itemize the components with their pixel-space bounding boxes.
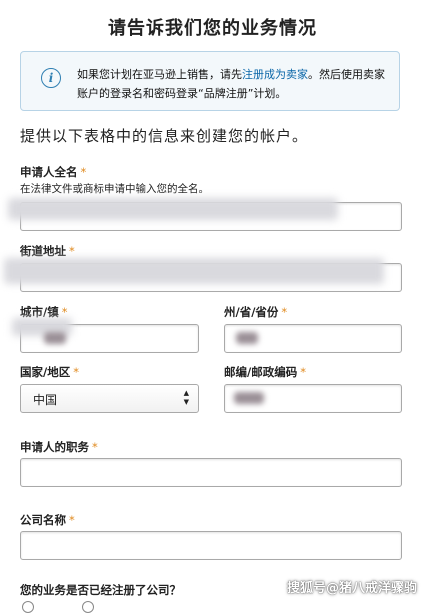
redacted-state-text: [236, 332, 258, 344]
required-marker: *: [92, 440, 98, 454]
street-address-label: 街道地址 *: [20, 243, 75, 259]
required-marker: *: [61, 305, 68, 319]
page-title: 请告诉我们您的业务情况: [108, 18, 317, 39]
redacted-city-text: [44, 332, 66, 344]
country-selected-value: 中国: [33, 393, 58, 407]
company-name-label: 公司名称 *: [20, 512, 75, 528]
section-heading: 提供以下表格中的信息来创建您的帐户。: [20, 127, 309, 145]
job-title-label-text: 申请人的职务: [20, 440, 89, 454]
redacted-applicant-name: [8, 198, 338, 220]
company-name-label-text: 公司名称: [20, 513, 66, 527]
postal-code-label-text: 邮编/邮政编码: [224, 365, 298, 379]
postal-code-label: 邮编/邮政编码 *: [224, 364, 306, 380]
applicant-name-label-text: 申请人全名: [20, 165, 78, 179]
redacted-postal-code: [234, 392, 264, 404]
job-title-label: 申请人的职务 *: [20, 439, 98, 455]
country-select[interactable]: 中国 ▲ ▼: [20, 384, 199, 413]
state-label-text: 州/省/省份: [224, 305, 279, 319]
info-text: 如果您计划在亚马逊上销售，请先注册成为卖家。然后使用卖家账户的登录名和密码登录“…: [77, 65, 385, 103]
required-marker: *: [281, 305, 288, 319]
state-label: 州/省/省份 *: [224, 304, 287, 320]
info-text-before-link: 如果您计划在亚马逊上销售，请先: [77, 68, 242, 81]
registered-yes-radio[interactable]: [22, 601, 34, 613]
applicant-name-label: 申请人全名 *: [20, 164, 86, 180]
country-label-text: 国家/地区: [20, 365, 71, 379]
required-marker: *: [73, 365, 79, 379]
register-seller-link[interactable]: 注册成为卖家: [242, 68, 308, 81]
country-label: 国家/地区 *: [20, 364, 79, 380]
company-name-input[interactable]: [20, 531, 402, 560]
registered-company-question: 您的业务是否已经注册了公司？: [20, 583, 181, 597]
info-icon: i: [41, 68, 61, 88]
watermark: 搜狐号@猪八戒洋骤驹: [286, 581, 417, 596]
select-arrows-icon: ▲ ▼: [183, 389, 189, 406]
required-marker: *: [300, 365, 306, 379]
required-marker: *: [69, 244, 75, 258]
job-title-input[interactable]: [20, 458, 402, 487]
redacted-street-address: [4, 258, 384, 284]
city-label-text: 城市/镇: [20, 305, 59, 319]
street-address-label-text: 街道地址: [20, 244, 66, 258]
info-notice: i 如果您计划在亚马逊上销售，请先注册成为卖家。然后使用卖家账户的登录名和密码登…: [20, 51, 400, 111]
required-marker: *: [69, 513, 75, 527]
required-marker: *: [80, 165, 87, 179]
applicant-name-hint: 在法律文件或商标申请中输入您的全名。: [20, 183, 209, 195]
registered-no-radio[interactable]: [82, 601, 94, 613]
